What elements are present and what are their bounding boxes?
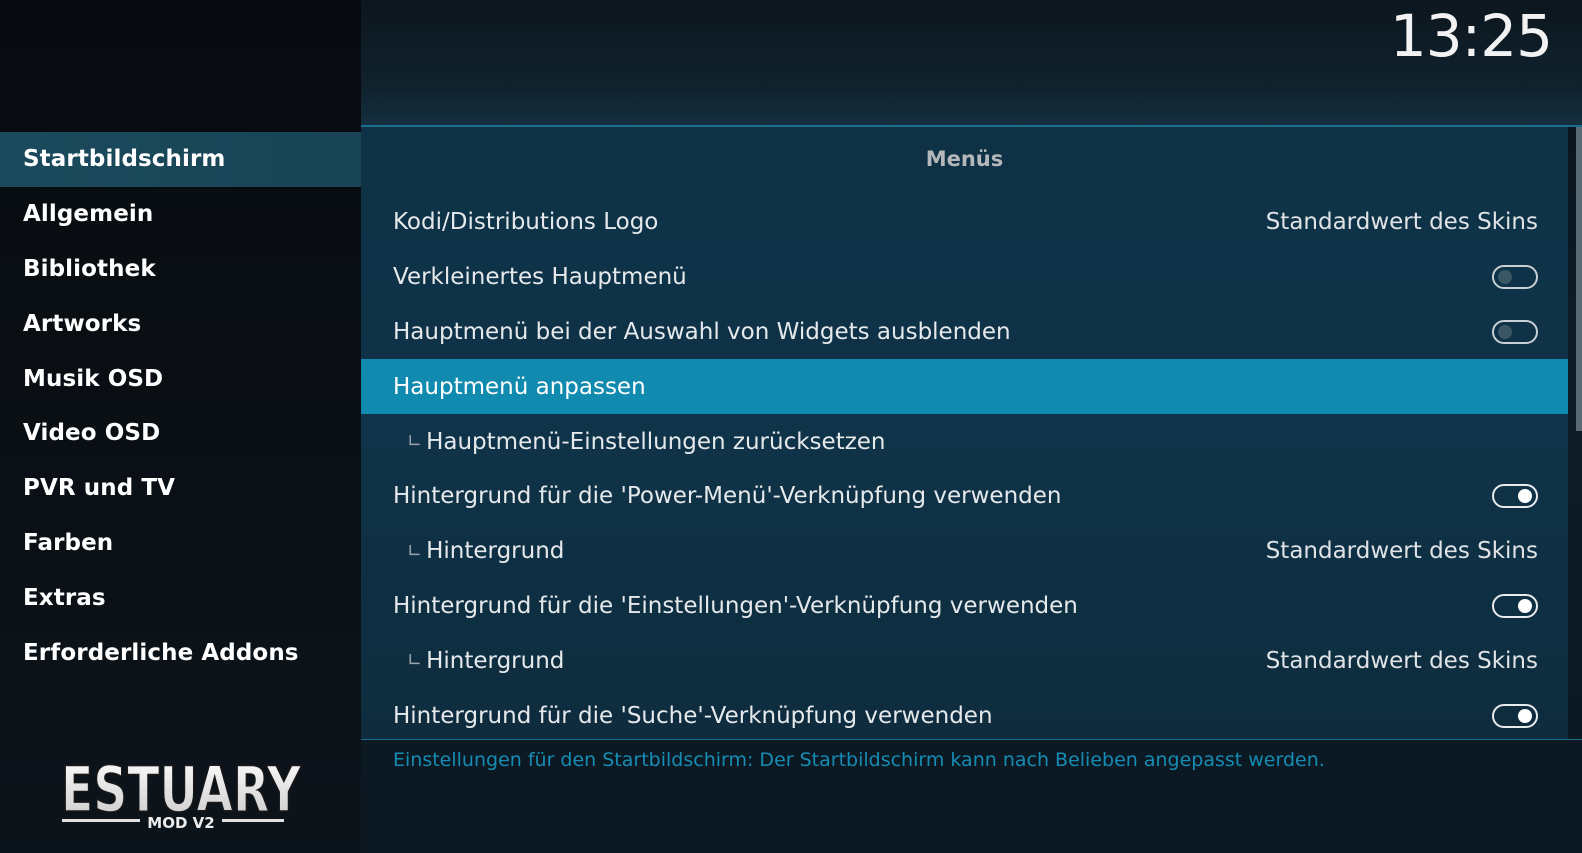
toggle-knob bbox=[1498, 270, 1512, 285]
setting-label: Hintergrund bbox=[426, 647, 565, 674]
setting-value: Standardwert des Skins bbox=[1265, 538, 1538, 565]
setting-label: Hintergrund bbox=[426, 538, 565, 565]
setting-value: Standardwert des Skins bbox=[1265, 647, 1538, 674]
toggle-switch[interactable] bbox=[1492, 484, 1538, 509]
sidebar-item-musik-osd[interactable]: Musik OSD bbox=[0, 351, 361, 406]
setting-label: Hauptmenü anpassen bbox=[393, 373, 646, 400]
kodi-settings-screen: Startbildschirm Allgemein Bibliothek Art… bbox=[0, 0, 1582, 853]
toggle-knob bbox=[1518, 489, 1532, 504]
sidebar-item-startbildschirm[interactable]: Startbildschirm bbox=[0, 132, 361, 187]
setting-label: Verkleinertes Hauptmenü bbox=[393, 264, 687, 291]
toggle-switch[interactable] bbox=[1492, 265, 1538, 290]
estuary-logo: ESTUARY MOD V2 bbox=[60, 752, 302, 832]
setting-hauptmenue-anpassen[interactable]: Hauptmenü anpassen bbox=[361, 359, 1568, 415]
sidebar-menu: Startbildschirm Allgemein Bibliothek Art… bbox=[0, 132, 361, 680]
setting-kodi-logo[interactable]: Kodi/Distributions Logo Standardwert des… bbox=[361, 195, 1568, 250]
sidebar-item-farben[interactable]: Farben bbox=[0, 516, 361, 571]
sub-item-marker-icon: ∟ bbox=[407, 431, 423, 453]
section-title: Menüs bbox=[925, 147, 1004, 171]
setting-value: Standardwert des Skins bbox=[1265, 209, 1538, 236]
setting-label: Hauptmenü-Einstellungen zurücksetzen bbox=[426, 428, 886, 455]
setting-description: Einstellungen für den Startbildschirm: D… bbox=[393, 749, 1325, 771]
setting-label: Kodi/Distributions Logo bbox=[393, 209, 659, 236]
setting-label: Hintergrund für die 'Power-Menü'-Verknüp… bbox=[393, 483, 1062, 510]
sidebar-item-erforderliche-addons[interactable]: Erforderliche Addons bbox=[0, 625, 361, 680]
sidebar-item-bibliothek[interactable]: Bibliothek bbox=[0, 242, 361, 297]
logo-subtitle: MOD V2 bbox=[147, 814, 214, 832]
toggle-knob bbox=[1518, 708, 1532, 723]
sidebar-item-artworks[interactable]: Artworks bbox=[0, 296, 361, 351]
setting-power-menu-background[interactable]: Hintergrund für die 'Power-Menü'-Verknüp… bbox=[361, 469, 1568, 524]
toggle-switch[interactable] bbox=[1492, 703, 1538, 728]
clock: 13:25 bbox=[1389, 2, 1553, 70]
sidebar-item-extras[interactable]: Extras bbox=[0, 570, 361, 625]
setting-hauptmenue-ausblenden[interactable]: Hauptmenü bei der Auswahl von Widgets au… bbox=[361, 305, 1568, 360]
toggle-switch[interactable] bbox=[1492, 593, 1538, 618]
toggle-knob bbox=[1518, 598, 1532, 613]
setting-power-menu-background-image[interactable]: ∟ Hintergrund Standardwert des Skins bbox=[361, 524, 1568, 579]
sidebar-item-pvr-und-tv[interactable]: PVR und TV bbox=[0, 461, 361, 516]
main-content: 13:25 Menüs Kodi/Distributions Logo Stan… bbox=[361, 0, 1582, 853]
setting-verkleinertes-hauptmenue[interactable]: Verkleinertes Hauptmenü bbox=[361, 250, 1568, 305]
top-bar: 13:25 bbox=[361, 0, 1582, 126]
sub-item-marker-icon: ∟ bbox=[407, 650, 423, 672]
toggle-switch[interactable] bbox=[1492, 319, 1538, 344]
sidebar-item-video-osd[interactable]: Video OSD bbox=[0, 406, 361, 461]
setting-einstellungen-background-image[interactable]: ∟ Hintergrund Standardwert des Skins bbox=[361, 633, 1568, 688]
sub-item-marker-icon: ∟ bbox=[407, 540, 423, 562]
setting-einstellungen-background[interactable]: Hintergrund für die 'Einstellungen'-Verk… bbox=[361, 579, 1568, 634]
settings-list: Kodi/Distributions Logo Standardwert des… bbox=[361, 195, 1568, 743]
setting-suche-background[interactable]: Hintergrund für die 'Suche'-Verknüpfung … bbox=[361, 688, 1568, 743]
scrollbar[interactable] bbox=[1576, 127, 1582, 431]
sidebar-item-allgemein[interactable]: Allgemein bbox=[0, 187, 361, 242]
toggle-knob bbox=[1498, 324, 1512, 339]
divider bbox=[361, 739, 1582, 740]
setting-label: Hauptmenü bei der Auswahl von Widgets au… bbox=[393, 318, 1011, 345]
setting-label: Hintergrund für die 'Einstellungen'-Verk… bbox=[393, 592, 1078, 619]
settings-panel: Menüs Kodi/Distributions Logo Standardwe… bbox=[361, 127, 1568, 739]
sidebar: Startbildschirm Allgemein Bibliothek Art… bbox=[0, 0, 361, 853]
setting-hauptmenue-zuruecksetzen[interactable]: ∟ Hauptmenü-Einstellungen zurücksetzen bbox=[361, 414, 1568, 469]
setting-label: Hintergrund für die 'Suche'-Verknüpfung … bbox=[393, 702, 993, 729]
